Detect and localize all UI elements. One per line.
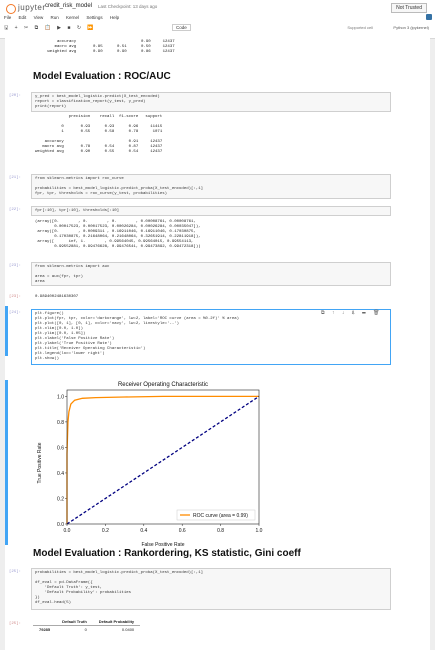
cell1-code: y_pred = best_model_logistic.predict(X_t… (35, 95, 160, 109)
table-cell: 79285 (39, 627, 51, 632)
cell3-output: (array([0. , 0. , 0. , 0.00008761, 0.000… (35, 220, 201, 249)
x-tick-label: 1.0 (256, 528, 263, 534)
table-header-row: Default Truth Default Probability (33, 618, 141, 626)
cell2-prompt: [21]: (9, 176, 22, 180)
cell1-prompt: [20]: (9, 94, 22, 98)
save-icon[interactable]: 🖫 (4, 25, 8, 31)
supported-status: Supported cell (347, 25, 373, 30)
cell2-input[interactable]: from sklearn.metrics import roc_curve pr… (31, 174, 391, 199)
table-cell: 0 (84, 627, 87, 632)
brand-name: jupyter (18, 3, 46, 12)
roc-chart: Receiver Operating Characteristic False … (37, 382, 263, 548)
notebook-title[interactable]: credit_risk_model (45, 3, 92, 9)
x-tick-label: 0.6 (179, 528, 186, 534)
table-header-cell (33, 618, 57, 626)
stop-icon[interactable]: ■ (67, 25, 70, 31)
cell6-prompt: [25]: (9, 570, 22, 574)
y-tick-label: 0.6 (57, 445, 64, 451)
cell-type-select[interactable]: Code (172, 24, 191, 31)
cell6-input[interactable]: probabilities = best_model_logistic.pred… (31, 568, 391, 610)
eval-dataframe-table: Default Truth Default Probability 79285 … (33, 618, 141, 634)
chart-frame (66, 389, 260, 525)
checkpoint-status: Last Checkpoint: 13 days ago (98, 4, 158, 9)
y-tick-label: 1.0 (57, 394, 64, 400)
python-logo-icon (426, 14, 432, 20)
cell-toolbar-icons[interactable]: ⧉ ↑ ↓ ⇩ ☰ 🗑 (321, 310, 382, 316)
cell4-code: from sklearn.metrics import auc area = a… (35, 265, 110, 284)
fast-forward-icon[interactable]: ⏩ (87, 25, 93, 31)
x-tick-label: 0.2 (102, 528, 109, 534)
x-tick-label: 0.8 (217, 528, 224, 534)
menu-run[interactable]: Run (51, 15, 59, 20)
menu-kernel[interactable]: Kernel (66, 15, 79, 20)
menu-file[interactable]: File (4, 15, 11, 20)
notebook-toolbar: 🖫 + ✂ ⧉ 📋 ▶ ■ ↻ ⏩ (4, 25, 99, 33)
menu-edit[interactable]: Edit (19, 15, 27, 20)
cell5-code: plt.figure() plt.plot(fpr, tpr, color='d… (35, 312, 240, 361)
y-tick-label: 0.8 (57, 420, 64, 426)
section-title-rankordering: Model Evaluation : Rankordering, KS stat… (33, 548, 301, 559)
section-title-roc: Model Evaluation : ROC/AUC (33, 71, 171, 82)
y-tick-label: 0.4 (57, 471, 64, 477)
x-tick-label: 0.0 (64, 528, 71, 534)
paste-icon[interactable]: 📋 (45, 25, 51, 31)
selected-output-indicator (5, 380, 8, 545)
table-row: 79285 0 0.0400 (33, 626, 140, 634)
trust-button[interactable]: Not Trusted (391, 3, 427, 13)
top-report-output: accuracy 0.90 12437 macro avg 0.85 0.51 … (47, 40, 175, 54)
kernel-status[interactable]: Python 3 (ipykernel) (393, 25, 429, 30)
cell6-outprompt: [25]: (9, 622, 22, 626)
cell1-output: precision recall f1-score support 0 0.93… (35, 115, 163, 154)
notebook-page: accuracy 0.90 12437 macro avg 0.85 0.51 … (5, 38, 430, 650)
legend-label: ROC curve (area = 0.99) (193, 513, 248, 519)
menu-bar: File Edit View Run Kernel Settings Help (4, 15, 125, 20)
chart-ylabel: True Positive Rate (37, 442, 43, 483)
run-icon[interactable]: ▶ (57, 25, 61, 31)
chart-title: Receiver Operating Characteristic (118, 382, 208, 388)
menu-view[interactable]: View (34, 15, 44, 20)
add-icon[interactable]: + (15, 25, 18, 31)
chance-diagonal-line (66, 395, 260, 525)
cell5-input[interactable]: plt.figure() plt.plot(fpr, tpr, color='d… (31, 309, 391, 365)
table-cell: 0.0400 (121, 627, 135, 632)
cell2-code: from sklearn.metrics import roc_curve pr… (35, 177, 204, 196)
cell4-output: 0.9894002481630307 (35, 295, 79, 299)
cell3-code: fpr[:10], tpr[:10], thresholds[:10] (35, 209, 120, 213)
table-header-cell: Default Probability (92, 618, 141, 626)
restart-icon[interactable]: ↻ (77, 25, 81, 31)
cell1-input[interactable]: y_pred = best_model_logistic.predict(X_t… (31, 92, 391, 112)
cell5-prompt: [24]: (9, 311, 22, 315)
cut-icon[interactable]: ✂ (24, 25, 28, 31)
x-tick-label: 0.4 (140, 528, 147, 534)
cell4-outprompt: [23]: (9, 295, 22, 299)
cell4-input[interactable]: from sklearn.metrics import auc area = a… (31, 262, 391, 286)
y-tick-label: 0.0 (57, 522, 64, 528)
copy-icon[interactable]: ⧉ (35, 25, 39, 31)
menu-settings[interactable]: Settings (86, 15, 102, 20)
notebook-header: jupyter credit_risk_model Last Checkpoin… (0, 0, 435, 39)
cell3-input[interactable]: fpr[:10], tpr[:10], thresholds[:10] (31, 206, 391, 216)
selected-cell-indicator (5, 306, 8, 356)
cell4-prompt: [23]: (9, 264, 22, 268)
table-header-cell: Default Truth (56, 618, 93, 626)
jupyter-logo-icon (6, 4, 16, 14)
y-tick-label: 0.2 (57, 496, 64, 502)
cell6-code: probabilities = best_model_logistic.pred… (35, 571, 204, 605)
cell3-prompt: [22]: (9, 208, 22, 212)
menu-help[interactable]: Help (110, 15, 119, 20)
